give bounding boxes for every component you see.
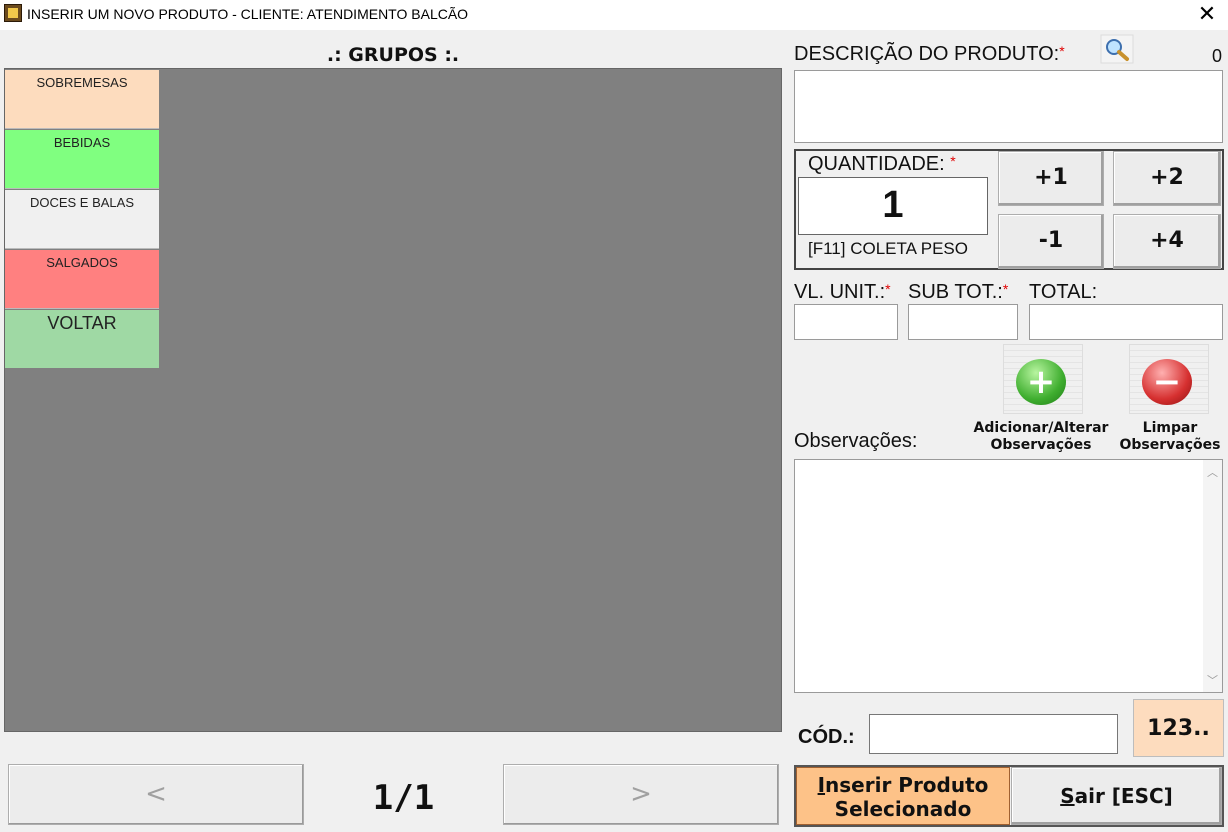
required-mark: * xyxy=(1059,43,1065,59)
total-field[interactable] xyxy=(1029,304,1223,340)
unit-value-label-text: VL. UNIT.: xyxy=(794,281,886,303)
description-field[interactable] xyxy=(794,70,1223,143)
back-button[interactable]: VOLTAR xyxy=(5,310,159,368)
required-mark: * xyxy=(1002,281,1009,297)
description-counter: 0 xyxy=(1211,46,1222,66)
add-observations-caption-line1: Adicionar/Alterar xyxy=(973,420,1109,436)
app-icon xyxy=(4,4,22,22)
subtotal-label: SUB TOT.:* xyxy=(908,281,1008,304)
add-observations-button[interactable]: + xyxy=(1003,344,1083,414)
group-button-bebidas[interactable]: BEBIDAS xyxy=(5,130,159,189)
add-observations-caption[interactable]: Adicionar/Alterar Observações xyxy=(963,420,1119,454)
plus-one-button[interactable]: +1 xyxy=(998,151,1104,206)
exit-button[interactable]: Sair [ESC] xyxy=(1011,767,1222,825)
quantity-label: QUANTIDADE: * xyxy=(808,153,956,176)
numeric-keypad-button[interactable]: 123.. xyxy=(1133,699,1224,757)
window-title: INSERIR UM NOVO PRODUTO - CLIENTE: ATEND… xyxy=(27,6,469,22)
group-button-sobremesas[interactable]: SOBREMESAS xyxy=(5,70,159,129)
description-label: DESCRIÇÃO DO PRODUTO:* xyxy=(794,43,1065,66)
unit-value-label: VL. UNIT.:* xyxy=(794,281,891,304)
plus-two-button[interactable]: +2 xyxy=(1113,151,1221,206)
page-indicator: 1/1 xyxy=(372,778,435,818)
subtotal-field[interactable] xyxy=(908,304,1018,340)
quantity-label-text: QUANTIDADE: xyxy=(808,153,945,175)
code-input[interactable] xyxy=(869,714,1118,754)
search-icon[interactable] xyxy=(1100,34,1134,64)
description-label-text: DESCRIÇÃO DO PRODUTO: xyxy=(794,43,1060,65)
insert-label-rest: nserir Produto xyxy=(825,773,989,797)
add-observations-caption-line2: Observações xyxy=(990,437,1092,453)
quantity-field[interactable]: 1 xyxy=(798,177,988,235)
minus-one-button[interactable]: -1 xyxy=(998,214,1104,269)
plus-icon: + xyxy=(1016,359,1066,405)
exit-label-rest: air [ESC] xyxy=(1074,784,1173,808)
code-label: CÓD.: xyxy=(798,726,855,748)
subtotal-label-text: SUB TOT.: xyxy=(908,281,1003,303)
previous-page-button[interactable]: < xyxy=(8,764,304,825)
total-label: TOTAL: xyxy=(1029,281,1098,303)
next-page-button[interactable]: > xyxy=(503,764,779,825)
scroll-down-icon[interactable]: ﹀ xyxy=(1203,672,1222,688)
insert-hotkey: I xyxy=(817,773,826,797)
exit-hotkey: S xyxy=(1060,784,1075,808)
weigh-hint: [F11] COLETA PESO xyxy=(808,239,968,258)
scroll-up-icon[interactable]: ︿ xyxy=(1203,464,1222,480)
observations-scrollbar[interactable]: ︿ ﹀ xyxy=(1203,460,1222,692)
insert-product-button[interactable]: Inserir Produto Selecionado xyxy=(796,767,1010,825)
observations-label: Observações: xyxy=(794,430,918,452)
required-mark: * xyxy=(885,281,891,297)
clear-observations-button[interactable]: − xyxy=(1129,344,1209,414)
required-mark: * xyxy=(950,153,956,169)
insert-product-line1: Inserir Produto xyxy=(797,773,1009,797)
clear-observations-caption-line2: Observações xyxy=(1119,437,1221,453)
insert-product-line2: Selecionado xyxy=(834,797,972,821)
clear-observations-caption[interactable]: Limpar Observações xyxy=(1112,420,1228,454)
close-icon[interactable]: ✕ xyxy=(1192,1,1222,29)
observations-field[interactable] xyxy=(794,459,1223,693)
minus-icon: − xyxy=(1142,359,1192,405)
unit-value-field[interactable] xyxy=(794,304,898,340)
clear-observations-caption-line1: Limpar xyxy=(1142,420,1198,436)
group-button-doces-e-balas[interactable]: DOCES E BALAS xyxy=(5,190,159,249)
group-button-salgados[interactable]: SALGADOS xyxy=(5,250,159,309)
groups-title: .: GRUPOS :. xyxy=(326,44,460,66)
plus-four-button[interactable]: +4 xyxy=(1113,214,1221,269)
